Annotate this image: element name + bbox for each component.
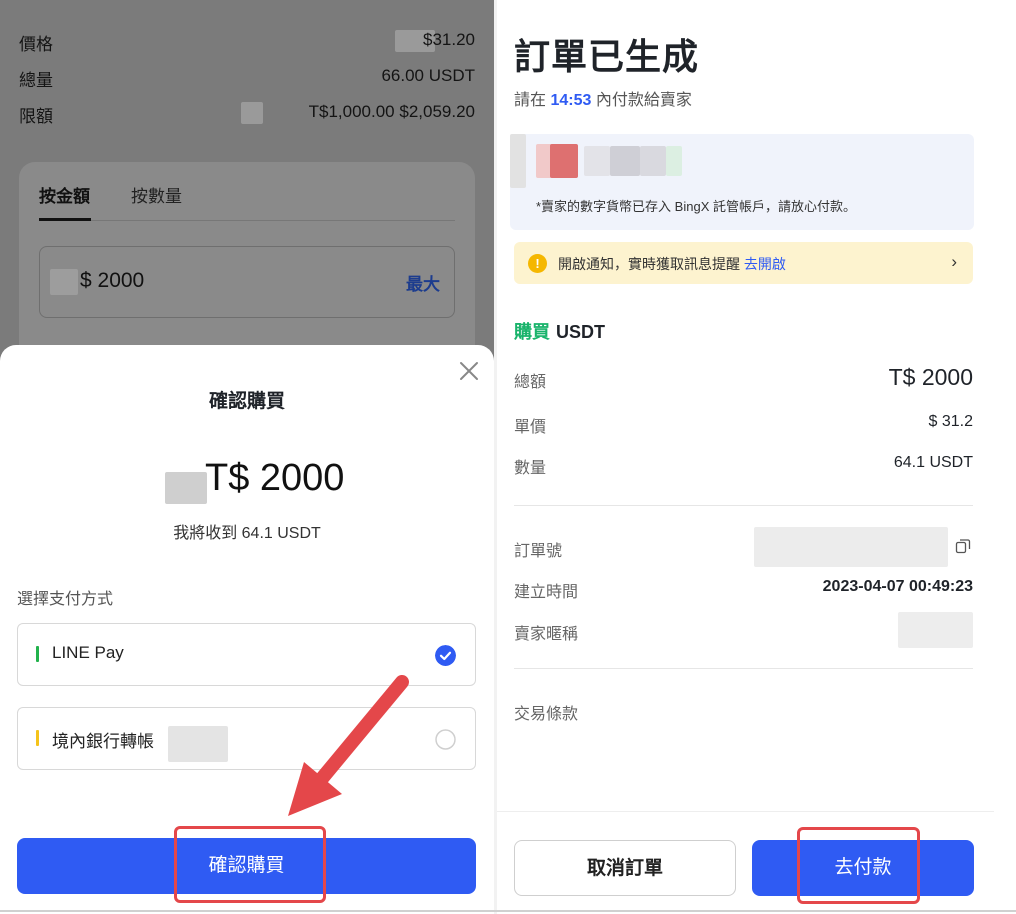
terms-label: 交易條款 [514,706,579,723]
highlight-box [797,827,920,904]
terms-row: 交易條款 [514,698,973,724]
seller-nickname-label: 賣家暱稱 [514,626,579,643]
created-time-row: 建立時間 2023-04-07 00:49:23 [514,576,973,602]
detail-label: 單價 [514,419,547,436]
escrow-note: *賣家的數字貨幣已存入 BingX 託管帳戶，請放心付款。 [536,199,856,214]
info-row-price: 價格 $31.20 [19,30,475,54]
payment-method-label: 選擇支付方式 [17,591,114,608]
page-title: 訂單已生成 [514,36,700,77]
blurred-region [640,146,666,176]
divider [514,668,973,669]
payment-option-label: LINE Pay [52,643,124,662]
blurred-region [50,269,78,295]
exclamation-icon: ! [528,254,547,273]
bottom-border [0,910,1016,912]
blurred-region [168,726,228,762]
price-value: $31.20 [423,30,475,49]
blurred-region [610,146,640,176]
tab-by-amount[interactable]: 按金額 [39,182,90,207]
limit-value: T$1,000.00 $2,059.20 [308,102,475,121]
total-label: 總量 [19,71,53,90]
pay-hint-suffix: 內付款給賣家 [595,92,692,109]
detail-row-quantity: 數量 64.1 USDT [514,452,973,478]
sheet-title: 確認購買 [208,391,285,412]
close-icon[interactable] [456,358,482,384]
amount-input[interactable]: $ 2000 最大 [39,246,455,318]
amount-input-value: $ 2000 [80,269,145,292]
chevron-right-icon: › [951,252,957,271]
blurred-region [241,102,263,124]
trade-coin: USDT [556,322,605,342]
blurred-region [754,527,948,567]
pay-hint-prefix: 請在 [514,92,547,109]
sheet-amount: T$ 2000 [205,457,345,499]
payment-color-bar [36,730,39,746]
order-number-row: 訂單號 [514,527,973,567]
tab-by-quantity[interactable]: 按數量 [131,182,182,207]
copy-icon[interactable] [955,538,971,554]
detail-value: 64.1 USDT [893,454,973,471]
detail-label: 總額 [514,374,547,391]
checked-circle-icon[interactable] [435,645,456,666]
divider [514,505,973,506]
pay-deadline-hint: 請在 14:53 內付款給賣家 [514,86,692,110]
cancel-order-button[interactable]: 取消訂單 [514,840,736,896]
detail-row-total: 總額 T$ 2000 [514,364,973,392]
price-label: 價格 [19,35,53,54]
detail-row-unit-price: 單價 $ 31.2 [514,411,973,437]
payment-color-bar [36,646,39,662]
detail-value: $ 31.2 [928,413,973,430]
payment-option-label: 境內銀行轉帳 [52,732,154,751]
receive-amount-text: 我將收到 64.1 USDT [173,525,321,542]
blurred-region [550,144,578,178]
right-screen: 訂單已生成 請在 14:53 內付款給賣家 *賣家的數字貨幣已存入 BingX … [497,0,994,914]
limit-label: 限額 [19,107,53,126]
tab-divider [39,220,455,221]
notice-text: 開啟通知，實時獲取訊息提醒 [558,256,740,272]
seller-nickname-row: 賣家暱稱 [514,612,973,648]
blurred-region [666,146,682,176]
notification-banner[interactable]: ! 開啟通知，實時獲取訊息提醒 去開啟 › [514,242,973,284]
active-tab-underline [39,218,91,221]
total-value: 66.00 USDT [381,66,475,85]
detail-label: 數量 [514,460,547,477]
created-time-label: 建立時間 [514,584,579,601]
info-row-total: 總量 66.00 USDT [19,66,475,90]
info-row-limit: 限額 T$1,000.00 $2,059.20 [19,102,475,126]
trade-side: 購買 [514,322,550,342]
detail-value: T$ 2000 [888,364,973,390]
max-button[interactable]: 最大 [406,270,440,295]
blurred-region [510,134,526,188]
unchecked-circle-icon[interactable] [435,729,456,750]
blurred-region [584,146,610,176]
enable-notification-link[interactable]: 去開啟 [744,256,786,272]
red-arrow-annotation [288,675,409,816]
blurred-region [165,472,207,504]
countdown-timer: 14:53 [550,92,592,109]
notice-text-wrap: 開啟通知，實時獲取訊息提醒 去開啟 [558,254,786,274]
blurred-region [898,612,973,648]
left-screen: 價格 $31.20 總量 66.00 USDT 限額 T$1,000.00 $2… [0,0,494,914]
created-time-value: 2023-04-07 00:49:23 [822,578,973,595]
trade-type-line: 購買 USDT [514,318,605,344]
footer-divider [497,811,994,812]
order-number-label: 訂單號 [514,543,563,560]
seller-info-card: *賣家的數字貨幣已存入 BingX 託管帳戶，請放心付款。 [510,134,974,230]
